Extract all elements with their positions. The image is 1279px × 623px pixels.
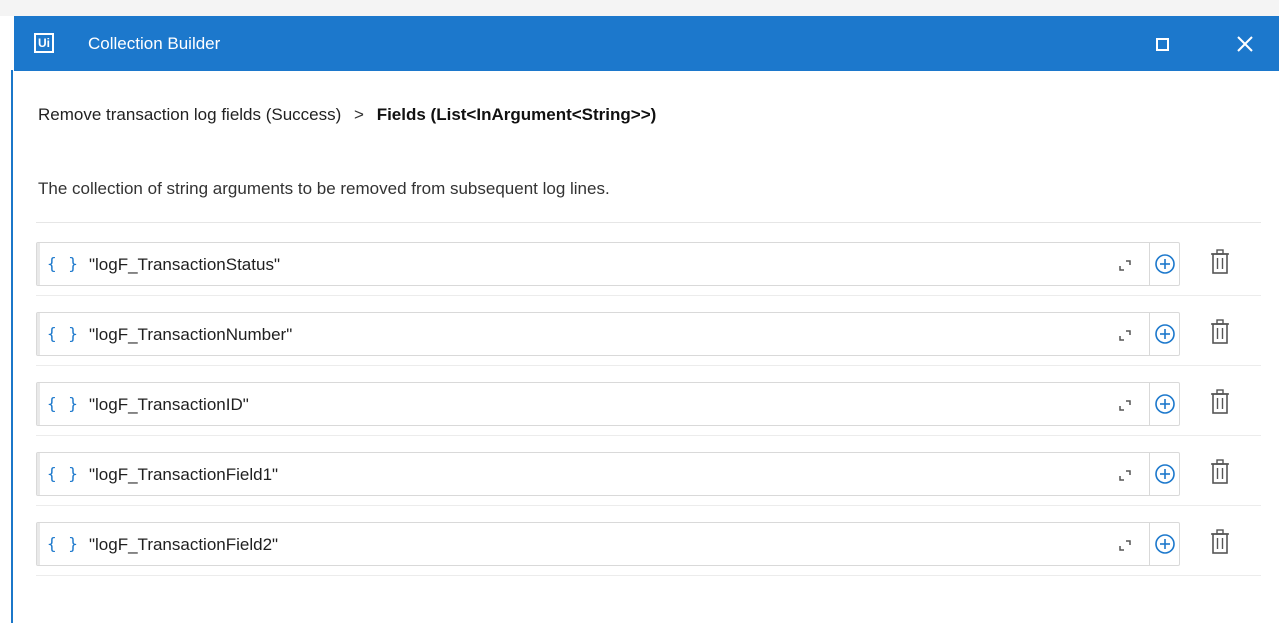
background-window-edge (0, 16, 14, 623)
braces-icon[interactable]: { } (47, 395, 79, 413)
expression-field[interactable]: { } "logF_TransactionNumber" (36, 312, 1180, 356)
expand-icon[interactable] (1117, 326, 1135, 344)
uipath-logo-icon: Ui (34, 33, 54, 53)
row-divider (36, 365, 1261, 366)
background-window-strip (0, 0, 1279, 16)
row-divider (36, 575, 1261, 576)
braces-icon[interactable]: { } (47, 465, 79, 483)
trash-icon[interactable] (1208, 458, 1232, 486)
trash-icon[interactable] (1208, 318, 1232, 346)
titlebar: Ui Collection Builder (14, 16, 1279, 71)
maximize-button[interactable] (1148, 30, 1176, 58)
row-divider (36, 435, 1261, 436)
field-separator (1149, 523, 1150, 565)
expression-value[interactable]: "logF_TransactionID" (89, 395, 249, 415)
list-item: { } "logF_TransactionNumber" (36, 310, 1261, 366)
add-icon[interactable] (1154, 323, 1176, 345)
add-icon[interactable] (1154, 463, 1176, 485)
expand-icon[interactable] (1117, 536, 1135, 554)
expression-value[interactable]: "logF_TransactionField2" (89, 535, 278, 555)
expression-field[interactable]: { } "logF_TransactionStatus" (36, 242, 1180, 286)
expression-value[interactable]: "logF_TransactionStatus" (89, 255, 280, 275)
divider (36, 222, 1261, 223)
collection-description: The collection of string arguments to be… (38, 179, 610, 198)
expression-value[interactable]: "logF_TransactionField1" (89, 465, 278, 485)
field-separator (1149, 243, 1150, 285)
row-divider (36, 505, 1261, 506)
braces-icon[interactable]: { } (47, 255, 79, 273)
field-separator (1149, 313, 1150, 355)
collection-builder-dialog: Ui Collection Builder Remove transaction… (14, 16, 1279, 623)
list-item: { } "logF_TransactionID" (36, 380, 1261, 436)
close-button[interactable] (1231, 30, 1259, 58)
breadcrumb: Remove transaction log fields (Success) … (38, 104, 656, 126)
add-icon[interactable] (1154, 253, 1176, 275)
list-item: { } "logF_TransactionField1" (36, 450, 1261, 506)
expand-icon[interactable] (1117, 256, 1135, 274)
list-item: { } "logF_TransactionStatus" (36, 240, 1261, 296)
close-icon (1237, 36, 1253, 52)
maximize-icon (1155, 37, 1169, 51)
row-divider (36, 295, 1261, 296)
breadcrumb-separator: > (354, 105, 364, 124)
expression-field[interactable]: { } "logF_TransactionField1" (36, 452, 1180, 496)
breadcrumb-parent[interactable]: Remove transaction log fields (Success) (38, 105, 341, 124)
list-item: { } "logF_TransactionField2" (36, 520, 1261, 576)
field-separator (1149, 453, 1150, 495)
breadcrumb-current: Fields (List<InArgument<String>>) (376, 105, 657, 124)
expand-icon[interactable] (1117, 466, 1135, 484)
add-icon[interactable] (1154, 393, 1176, 415)
field-separator (1149, 383, 1150, 425)
window-title: Collection Builder (88, 34, 221, 53)
trash-icon[interactable] (1208, 248, 1232, 276)
braces-icon[interactable]: { } (47, 325, 79, 343)
expression-field[interactable]: { } "logF_TransactionField2" (36, 522, 1180, 566)
expression-value[interactable]: "logF_TransactionNumber" (89, 325, 292, 345)
trash-icon[interactable] (1208, 528, 1232, 556)
expression-field[interactable]: { } "logF_TransactionID" (36, 382, 1180, 426)
add-icon[interactable] (1154, 533, 1176, 555)
expand-icon[interactable] (1117, 396, 1135, 414)
braces-icon[interactable]: { } (47, 535, 79, 553)
trash-icon[interactable] (1208, 388, 1232, 416)
